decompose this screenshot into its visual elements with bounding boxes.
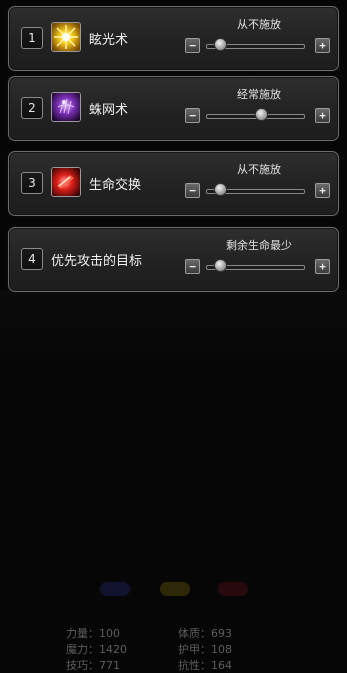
stat-skill: 技巧：771: [66, 659, 120, 672]
stat-resistance: 抗性：164: [178, 659, 232, 672]
increase-button[interactable]: +: [315, 38, 330, 53]
stat-mana: 魔力：1420: [66, 643, 127, 656]
rule-panel-glare: 1 眩光术 从不施放 − +: [8, 6, 339, 71]
decrease-button[interactable]: −: [185, 259, 200, 274]
target-mode-label: 剩余生命最少: [226, 239, 292, 252]
slider-handle[interactable]: [214, 38, 227, 51]
rule-panel-spider-web: 2 蛛网术 经常施放 − +: [8, 76, 339, 141]
cast-mode-label: 从不施放: [237, 163, 281, 176]
spell-name: 眩光术: [89, 33, 129, 48]
stat-constitution: 体质：693: [178, 627, 232, 640]
slider-handle[interactable]: [214, 183, 227, 196]
stat-armor: 护甲：108: [178, 643, 232, 656]
rule-panel-life-swap: 3 生命交换 从不施放 − +: [8, 151, 339, 216]
slider-handle[interactable]: [214, 259, 227, 272]
decrease-button[interactable]: −: [185, 183, 200, 198]
rule-panel-target-priority: 4 优先攻击的目标 剩余生命最少 − +: [8, 227, 339, 292]
rule-index: 2: [21, 97, 43, 119]
cast-mode-label: 从不施放: [237, 18, 281, 31]
gem-slot: [160, 582, 190, 596]
stat-strength: 力量：100: [66, 627, 120, 640]
life-swap-spell-icon: [51, 167, 81, 197]
character-stats-background: 力量：100 魔力：1420 技巧：771 体质：693 护甲：108 抗性：1…: [0, 290, 347, 672]
gem-slot: [218, 582, 248, 596]
increase-button[interactable]: +: [315, 183, 330, 198]
rule-index: 1: [21, 27, 43, 49]
target-priority-label: 优先攻击的目标: [51, 254, 143, 269]
rule-index: 3: [21, 172, 43, 194]
spell-name: 生命交换: [89, 178, 142, 193]
slider-handle[interactable]: [254, 108, 268, 121]
spider-web-spell-icon: [51, 92, 81, 122]
increase-button[interactable]: +: [315, 108, 330, 123]
glare-spell-icon: [51, 22, 81, 52]
decrease-button[interactable]: −: [185, 38, 200, 53]
decrease-button[interactable]: −: [185, 108, 200, 123]
spell-name: 蛛网术: [89, 103, 129, 118]
gem-slot: [100, 582, 130, 596]
rule-index: 4: [21, 248, 43, 270]
cast-mode-label: 经常施放: [237, 88, 281, 101]
increase-button[interactable]: +: [315, 259, 330, 274]
